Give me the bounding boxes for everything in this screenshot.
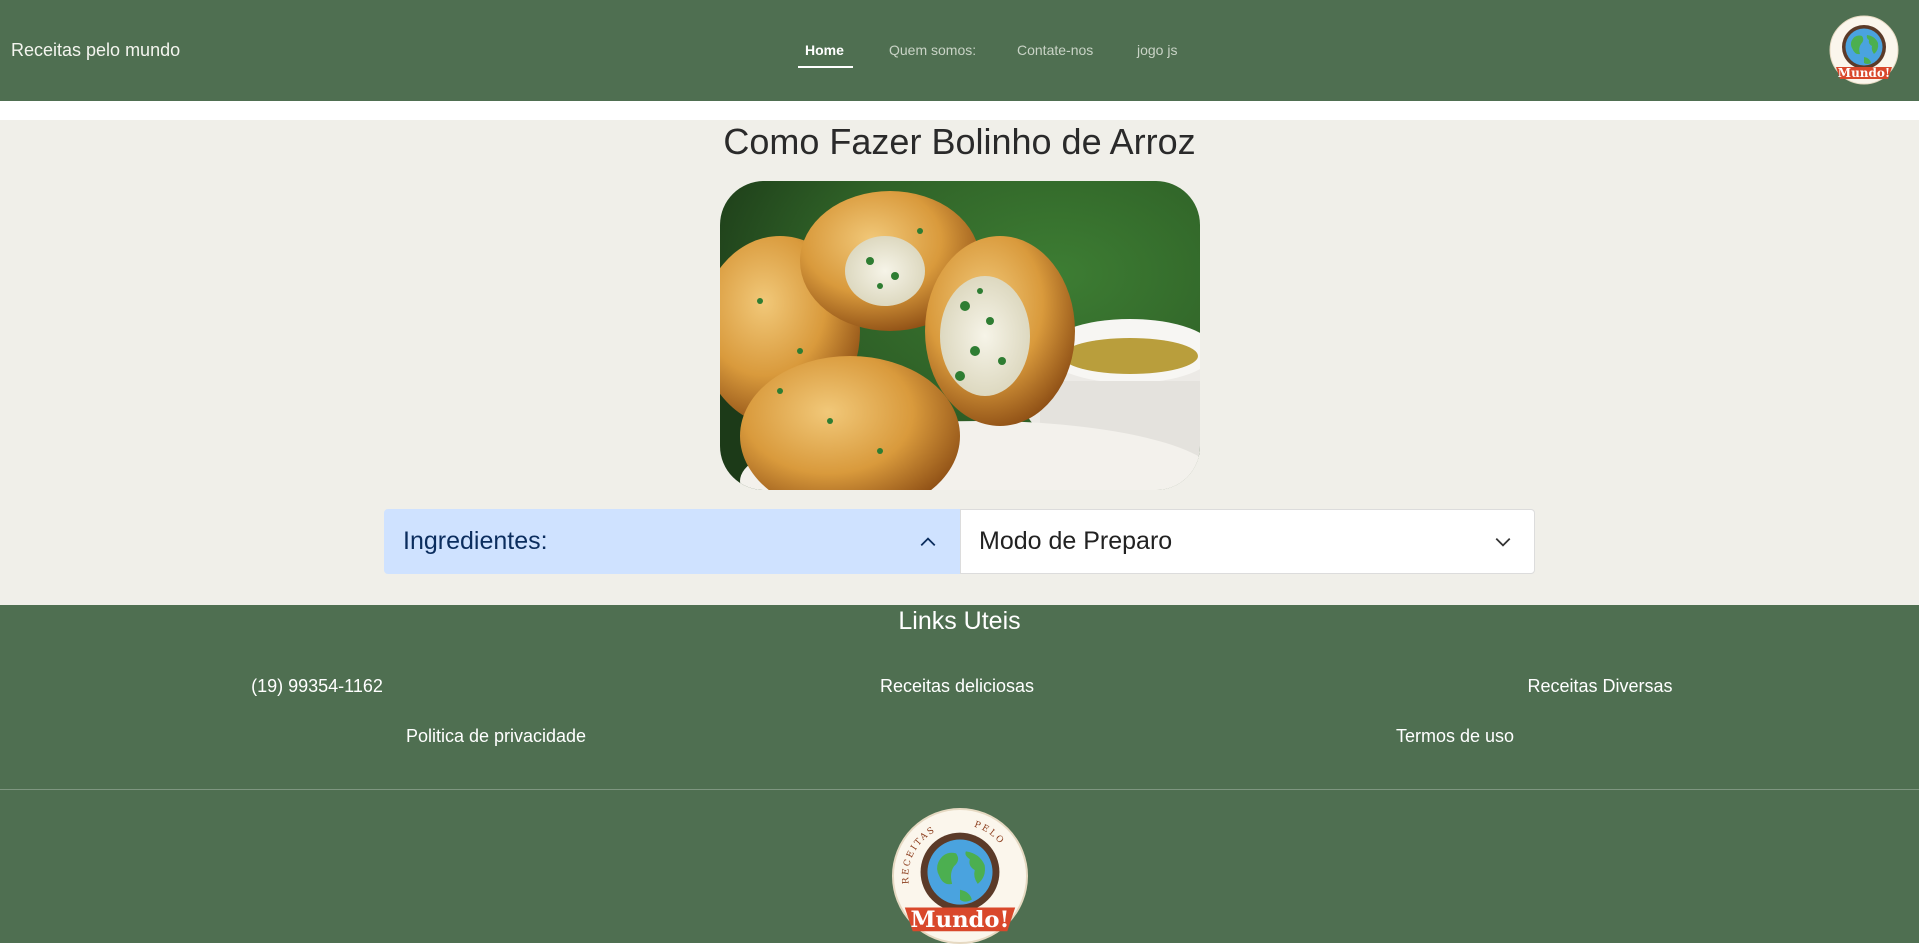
recipe-accordion: Ingredientes: Modo de Preparo: [384, 509, 1535, 576]
main-content: Como Fazer Bolinho de Arroz Ingredientes…: [0, 120, 1919, 605]
footer-logo: RECEITAS PELO Mundo!: [891, 807, 1029, 945]
nav-jogo-js[interactable]: jogo js: [1137, 42, 1177, 58]
nav-contate-nos[interactable]: Contate-nos: [1017, 42, 1093, 58]
nav-home[interactable]: Home: [805, 42, 844, 58]
accordion-ingredientes-label: Ingredientes:: [403, 527, 548, 555]
footer-link-politica-de-privacidade[interactable]: Politica de privacidade: [406, 726, 586, 747]
chevron-up-icon: [920, 536, 936, 546]
hero-image-bolinho-de-arroz: [720, 181, 1200, 490]
footer-title: Links Uteis: [898, 607, 1021, 635]
footer-link-receitas-deliciosas[interactable]: Receitas deliciosas: [880, 676, 1034, 697]
footer-link-phone[interactable]: (19) 99354-1162: [251, 676, 383, 697]
accordion-modo-de-preparo-label: Modo de Preparo: [979, 527, 1173, 555]
nav-links: Home Quem somos: Contate-nos jogo js: [0, 0, 1919, 101]
footer-link-receitas-diversas[interactable]: Receitas Diversas: [1527, 676, 1672, 697]
active-tab-underline: [798, 66, 853, 68]
page-title: Como Fazer Bolinho de Arroz: [723, 121, 1196, 162]
svg-text:Mundo!: Mundo!: [1838, 66, 1890, 80]
site-logo[interactable]: Mundo!: [1829, 15, 1899, 85]
accordion-ingredientes[interactable]: Ingredientes:: [384, 509, 960, 574]
navbar: Receitas pelo mundo Home Quem somos: Con…: [0, 0, 1919, 101]
footer-link-termos-de-uso[interactable]: Termos de uso: [1396, 726, 1514, 747]
accordion-modo-de-preparo[interactable]: Modo de Preparo: [960, 509, 1535, 574]
footer-divider: [0, 789, 1919, 790]
chevron-down-icon: [1495, 537, 1511, 547]
footer: Links Uteis (19) 99354-1162 Receitas del…: [0, 605, 1919, 945]
svg-text:Mundo!: Mundo!: [911, 907, 1010, 933]
nav-quem-somos[interactable]: Quem somos:: [889, 42, 976, 58]
